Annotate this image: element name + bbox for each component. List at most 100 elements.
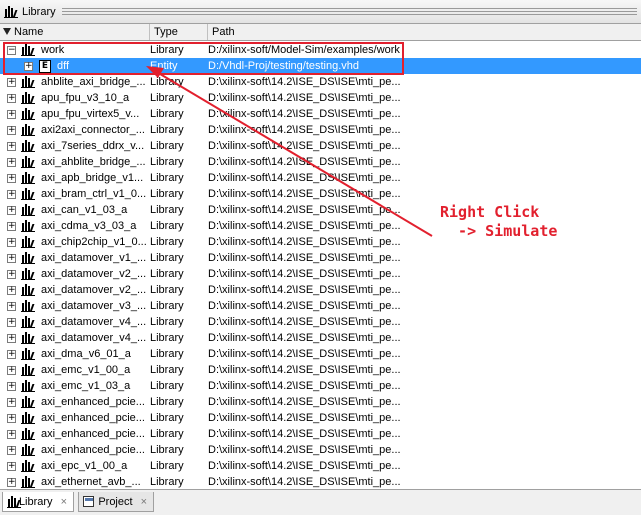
entity-icon: E xyxy=(39,60,51,73)
row-type: Library xyxy=(150,204,184,216)
row-type: Library xyxy=(150,140,184,152)
row-type: Library xyxy=(150,108,184,120)
row-path: D:\xilinx-soft\14.2\ISE_DS\ISE\mti_pe... xyxy=(208,428,401,440)
row-path: D:\xilinx-soft\14.2\ISE_DS\ISE\mti_pe... xyxy=(208,236,401,248)
row-type: Library xyxy=(150,220,184,232)
collapse-icon[interactable]: − xyxy=(7,46,16,55)
expand-icon[interactable]: + xyxy=(7,94,16,103)
panel-titlebar: Library xyxy=(0,0,641,24)
table-row[interactable]: + axi_dma_v6_01_a Library D:\xilinx-soft\14… xyxy=(0,346,641,362)
table-row[interactable]: + axi_ethernet_avb_... Library D:\xilinx-so… xyxy=(0,474,641,489)
expand-icon[interactable]: + xyxy=(7,414,16,423)
row-path: D:\xilinx-soft\14.2\ISE_DS\ISE\mti_pe... xyxy=(208,412,401,424)
expand-icon[interactable]: + xyxy=(7,222,16,231)
expand-icon[interactable]: + xyxy=(7,350,16,359)
row-type: Library xyxy=(150,316,184,328)
table-row[interactable]: + axi_emc_v1_00_a Library D:\xilinx-soft\14… xyxy=(0,362,641,378)
table-row[interactable]: + axi_datamover_v4_... Library D:\xilinx-so… xyxy=(0,330,641,346)
expand-icon[interactable]: + xyxy=(7,462,16,471)
row-name: ahblite_axi_bridge_... xyxy=(41,76,146,88)
table-row[interactable]: + axi_enhanced_pcie... Library D:\xilinx-so… xyxy=(0,426,641,442)
table-row[interactable]: + axi_datamover_v4_... Library D:\xilinx-so… xyxy=(0,314,641,330)
row-path: D:\xilinx-soft\14.2\ISE_DS\ISE\mti_pe... xyxy=(208,140,401,152)
column-header-name[interactable]: Name xyxy=(0,24,150,40)
tab-library-label: Library xyxy=(18,495,53,508)
row-type: Library xyxy=(150,460,184,472)
table-row[interactable]: + apu_fpu_virtex5_v... Library D:\xilinx-so… xyxy=(0,106,641,122)
titlebar-grip[interactable] xyxy=(61,8,637,16)
expand-icon[interactable]: + xyxy=(7,430,16,439)
table-row[interactable]: + axi2axi_connector_... Library D:\xilinx-s… xyxy=(0,122,641,138)
expand-icon[interactable]: + xyxy=(7,270,16,279)
row-name: axi_datamover_v2_... xyxy=(41,284,147,296)
table-row[interactable]: + axi_enhanced_pcie... Library D:\xilinx-so… xyxy=(0,394,641,410)
row-path: D:\xilinx-soft\14.2\ISE_DS\ISE\mti_pe... xyxy=(208,124,401,136)
expand-icon[interactable]: + xyxy=(7,174,16,183)
table-row[interactable]: + ahblite_axi_bridge_... Library D:\xilinx-… xyxy=(0,74,641,90)
table-row[interactable]: + axi_emc_v1_03_a Library D:\xilinx-soft\14… xyxy=(0,378,641,394)
expand-icon[interactable]: + xyxy=(7,286,16,295)
expand-icon[interactable]: + xyxy=(7,318,16,327)
expand-icon[interactable]: + xyxy=(7,382,16,391)
table-row[interactable]: + Edff Entity D:/Vhdl-Proj/testing/testing.… xyxy=(0,58,641,74)
tab-project-label: Project xyxy=(98,495,133,508)
expand-icon[interactable]: + xyxy=(7,158,16,167)
row-path: D:\xilinx-soft\14.2\ISE_DS\ISE\mti_pe... xyxy=(208,300,401,312)
table-row[interactable]: + axi_datamover_v1_... Library D:\xilinx-so… xyxy=(0,250,641,266)
row-type: Library xyxy=(150,364,184,376)
row-name: axi_epc_v1_00_a xyxy=(41,460,128,472)
row-type: Library xyxy=(150,236,184,248)
close-icon[interactable]: × xyxy=(141,492,147,512)
row-type: Entity xyxy=(150,60,178,72)
row-path: D:\xilinx-soft\14.2\ISE_DS\ISE\mti_pe... xyxy=(208,380,401,392)
table-row[interactable]: + axi_apb_bridge_v1... Library D:\xilinx-so… xyxy=(0,170,641,186)
table-row[interactable]: + axi_7series_ddrx_v... Library D:\xilinx-s… xyxy=(0,138,641,154)
tab-bar: Library × Project × xyxy=(0,489,641,515)
expand-icon[interactable]: + xyxy=(7,302,16,311)
column-header-path[interactable]: Path xyxy=(208,24,641,40)
expand-icon[interactable]: + xyxy=(7,206,16,215)
annotation-line-1: Right Click xyxy=(440,203,540,221)
table-row[interactable]: + apu_fpu_v3_10_a Library D:\xilinx-soft\14… xyxy=(0,90,641,106)
row-path: D:\xilinx-soft\14.2\ISE_DS\ISE\mti_pe... xyxy=(208,316,401,328)
expand-icon[interactable]: + xyxy=(7,110,16,119)
table-row[interactable]: + axi_bram_ctrl_v1_0... Library D:\xilinx-s… xyxy=(0,186,641,202)
expand-icon[interactable]: + xyxy=(7,446,16,455)
row-type: Library xyxy=(150,124,184,136)
table-row[interactable]: + axi_datamover_v2_... Library D:\xilinx-so… xyxy=(0,266,641,282)
row-path: D:\xilinx-soft\14.2\ISE_DS\ISE\mti_pe... xyxy=(208,332,401,344)
row-type: Library xyxy=(150,44,184,56)
close-icon[interactable]: × xyxy=(61,492,67,512)
table-row[interactable]: + axi_epc_v1_00_a Library D:\xilinx-soft\14… xyxy=(0,458,641,474)
expand-icon[interactable]: + xyxy=(7,366,16,375)
row-type: Library xyxy=(150,444,184,456)
tab-project[interactable]: Project × xyxy=(78,492,154,512)
row-path: D:\xilinx-soft\14.2\ISE_DS\ISE\mti_pe... xyxy=(208,92,401,104)
expand-icon[interactable]: + xyxy=(7,190,16,199)
expand-icon[interactable]: + xyxy=(7,126,16,135)
column-header-type[interactable]: Type xyxy=(150,24,208,40)
expand-icon[interactable]: + xyxy=(7,254,16,263)
library-tree[interactable]: − work Library D:/xilinx-soft/Model-Sim/exa… xyxy=(0,42,641,489)
table-row[interactable]: + axi_ahblite_bridge_... Library D:\xilinx-… xyxy=(0,154,641,170)
expand-icon[interactable]: + xyxy=(7,142,16,151)
row-type: Library xyxy=(150,300,184,312)
row-name: axi_emc_v1_03_a xyxy=(41,380,131,392)
column-header-type-label: Type xyxy=(154,26,178,38)
row-name: axi_ethernet_avb_... xyxy=(41,476,141,488)
row-path: D:\xilinx-soft\14.2\ISE_DS\ISE\mti_pe... xyxy=(208,156,401,168)
row-name: axi_7series_ddrx_v... xyxy=(41,140,145,152)
expand-icon[interactable]: + xyxy=(7,238,16,247)
table-row[interactable]: + axi_datamover_v2_... Library D:\xilinx-so… xyxy=(0,282,641,298)
expand-icon[interactable]: + xyxy=(7,78,16,87)
table-row[interactable]: + axi_enhanced_pcie... Library D:\xilinx-so… xyxy=(0,410,641,426)
expand-icon[interactable]: + xyxy=(24,62,33,71)
expand-icon[interactable]: + xyxy=(7,334,16,343)
tab-library[interactable]: Library × xyxy=(2,492,74,512)
expand-icon[interactable]: + xyxy=(7,478,16,487)
row-name: axi_enhanced_pcie... xyxy=(41,396,145,408)
table-row[interactable]: + axi_enhanced_pcie... Library D:\xilinx-so… xyxy=(0,442,641,458)
expand-icon[interactable]: + xyxy=(7,398,16,407)
table-row[interactable]: + axi_datamover_v3_... Library D:\xilinx-so… xyxy=(0,298,641,314)
table-row[interactable]: − work Library D:/xilinx-soft/Model-Sim/exa… xyxy=(0,42,641,58)
